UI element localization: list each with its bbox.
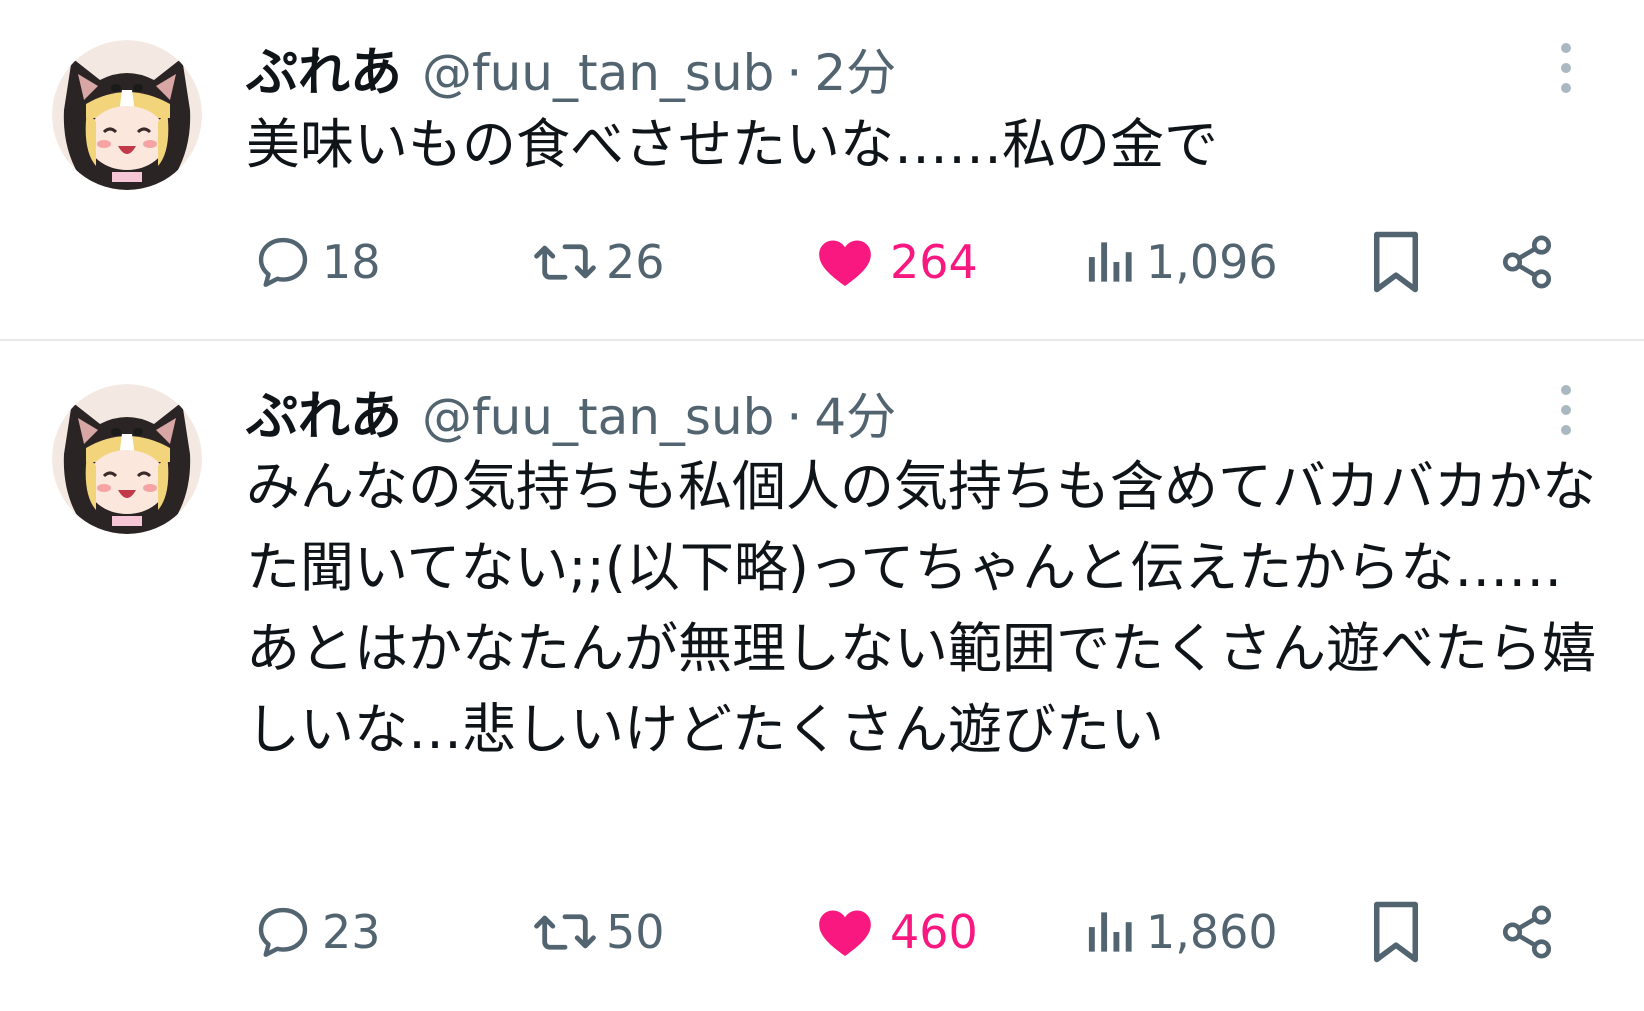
- like-count: 264: [890, 235, 978, 289]
- like-button[interactable]: 460: [814, 897, 978, 967]
- view-count: 1,096: [1146, 235, 1278, 289]
- avatar-image: [52, 40, 202, 190]
- like-button[interactable]: 264: [814, 227, 978, 297]
- more-icon: [1561, 385, 1571, 395]
- bookmark-icon: [1374, 231, 1418, 293]
- tweet-divider: [0, 339, 1644, 341]
- retweet-icon: [534, 244, 596, 280]
- tweet-header: ぷれあ @fuu_tan_sub · 2分: [246, 30, 896, 103]
- share-icon: [1502, 235, 1552, 289]
- tweet[interactable]: ぷれあ @fuu_tan_sub · 2分 美味いもの食べさせたいな……私の金で…: [0, 0, 1644, 340]
- reply-count: 23: [322, 905, 381, 959]
- user-handle[interactable]: @fuu_tan_sub: [422, 44, 774, 102]
- user-handle[interactable]: @fuu_tan_sub: [422, 388, 774, 446]
- timestamp[interactable]: 2分: [814, 33, 896, 105]
- tweet[interactable]: ぷれあ @fuu_tan_sub · 4分 みんなの気持ちも私個人の気持ちも含め…: [0, 342, 1644, 1011]
- avatar[interactable]: [52, 384, 202, 534]
- bookmark-button[interactable]: [1368, 227, 1424, 297]
- tweet-text: 美味いもの食べさせたいな……私の金で: [246, 113, 1218, 176]
- reply-icon: [258, 237, 308, 287]
- avatar[interactable]: [52, 40, 202, 190]
- share-icon: [1502, 905, 1552, 959]
- retweet-button[interactable]: 26: [532, 227, 665, 297]
- reply-button[interactable]: 18: [252, 227, 381, 297]
- retweet-count: 26: [606, 235, 665, 289]
- more-icon-dot: [1561, 83, 1571, 93]
- display-name[interactable]: ぷれあ: [246, 30, 402, 105]
- timestamp[interactable]: 4分: [814, 377, 896, 449]
- share-button[interactable]: [1498, 227, 1556, 297]
- more-icon: [1561, 43, 1571, 53]
- view-count: 1,860: [1146, 905, 1278, 959]
- more-icon-dot: [1561, 425, 1571, 435]
- more-icon-dot: [1561, 405, 1571, 415]
- retweet-count: 50: [606, 905, 665, 959]
- bookmark-icon: [1374, 901, 1418, 963]
- avatar-image: [52, 384, 202, 534]
- action-bar: 23 50 460 1,860: [0, 897, 1644, 967]
- heart-filled-icon: [819, 240, 871, 287]
- reply-count: 18: [322, 235, 381, 289]
- retweet-icon: [534, 914, 596, 950]
- retweet-button[interactable]: 50: [532, 897, 665, 967]
- like-count: 460: [890, 905, 978, 959]
- separator-dot: ·: [786, 388, 803, 446]
- bookmark-button[interactable]: [1368, 897, 1424, 967]
- share-button[interactable]: [1498, 897, 1556, 967]
- more-icon-dot: [1561, 63, 1571, 73]
- more-options-button[interactable]: [1548, 380, 1584, 440]
- analytics-icon: [1088, 242, 1132, 282]
- reply-icon: [258, 907, 308, 957]
- more-options-button[interactable]: [1548, 38, 1584, 98]
- heart-filled-icon: [819, 910, 871, 957]
- views-button[interactable]: 1,860: [1084, 897, 1278, 967]
- display-name[interactable]: ぷれあ: [246, 374, 402, 449]
- action-bar: 18 26 264 1,096: [0, 227, 1644, 297]
- views-button[interactable]: 1,096: [1084, 227, 1278, 297]
- analytics-icon: [1088, 912, 1132, 952]
- tweet-text: みんなの気持ちも私個人の気持ちも含めてバカバカかなた聞いてない;;(以下略)って…: [246, 455, 1596, 761]
- reply-button[interactable]: 23: [252, 897, 381, 967]
- tweet-header: ぷれあ @fuu_tan_sub · 4分: [246, 374, 896, 447]
- separator-dot: ·: [786, 44, 803, 102]
